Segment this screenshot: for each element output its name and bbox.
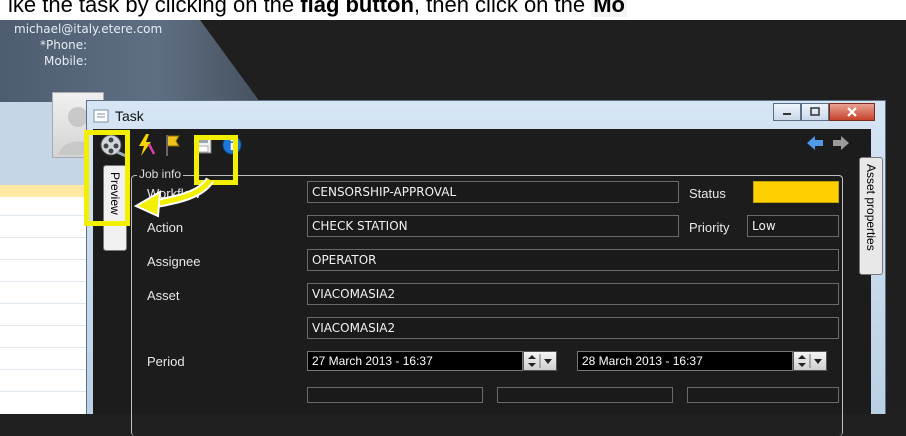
workflow-field[interactable]: CENSORSHIP-APPROVAL: [307, 181, 679, 203]
navigation-arrows: [805, 135, 851, 151]
lightning-icon[interactable]: [135, 132, 155, 158]
minimize-button[interactable]: [773, 103, 801, 121]
caption-prefix: ike the task by clicking on the: [8, 0, 301, 17]
maximize-icon: [810, 107, 820, 116]
spinner-arrows-icon: [528, 354, 552, 368]
close-button[interactable]: [829, 103, 875, 121]
period-end-field[interactable]: 28 March 2013 - 16:37: [577, 351, 793, 371]
extra-field-3[interactable]: [687, 387, 839, 403]
asset-label: Asset: [147, 288, 180, 303]
status-label: Status: [689, 186, 726, 201]
maximize-button[interactable]: [801, 103, 829, 121]
period-label: Period: [147, 354, 185, 369]
caption-bold: flag button: [300, 0, 414, 17]
priority-field[interactable]: Low: [747, 215, 839, 237]
extra-field-1[interactable]: [307, 387, 483, 403]
contact-phone-label: *Phone:: [40, 38, 88, 52]
close-icon: [847, 107, 857, 117]
window-titlebar: Task: [93, 106, 144, 126]
flag-icon[interactable]: [163, 132, 185, 158]
caption-middle: , then click on the: [413, 0, 592, 17]
note-icon: [93, 109, 109, 123]
window-controls: [773, 103, 875, 121]
period-end-spinner[interactable]: [793, 351, 827, 371]
window-title: Task: [115, 108, 144, 124]
spinner-arrows-icon: [798, 354, 822, 368]
caption-highlight: Mo: [591, 0, 627, 17]
asset-field-secondary[interactable]: VIACOMASIA2: [307, 317, 839, 339]
assignee-label: Assignee: [147, 254, 201, 269]
contact-mobile-label: Mobile:: [44, 54, 88, 68]
asset-properties-label: Asset properties: [864, 164, 878, 251]
asset-properties-tab[interactable]: Asset properties: [859, 157, 883, 275]
highlight-preview-tab: [84, 130, 130, 226]
asset-field[interactable]: VIACOMASIA2: [307, 283, 839, 305]
priority-label: Priority: [689, 220, 730, 235]
assignee-field[interactable]: OPERATOR: [307, 249, 839, 271]
minimize-icon: [783, 113, 791, 115]
period-start-spinner[interactable]: [523, 351, 557, 371]
back-arrow-icon[interactable]: [805, 135, 825, 151]
instruction-caption: ike the task by clicking on the flag but…: [0, 0, 906, 20]
period-start-field[interactable]: 27 March 2013 - 16:37: [307, 351, 523, 371]
background-list: [0, 185, 88, 414]
guide-arrow-icon: [133, 177, 214, 218]
extra-field-2[interactable]: [497, 387, 673, 403]
forward-arrow-icon[interactable]: [831, 135, 851, 151]
action-field[interactable]: CHECK STATION: [307, 215, 679, 237]
status-field[interactable]: [753, 181, 839, 203]
contact-email: michael@italy.etere.com: [14, 22, 163, 36]
